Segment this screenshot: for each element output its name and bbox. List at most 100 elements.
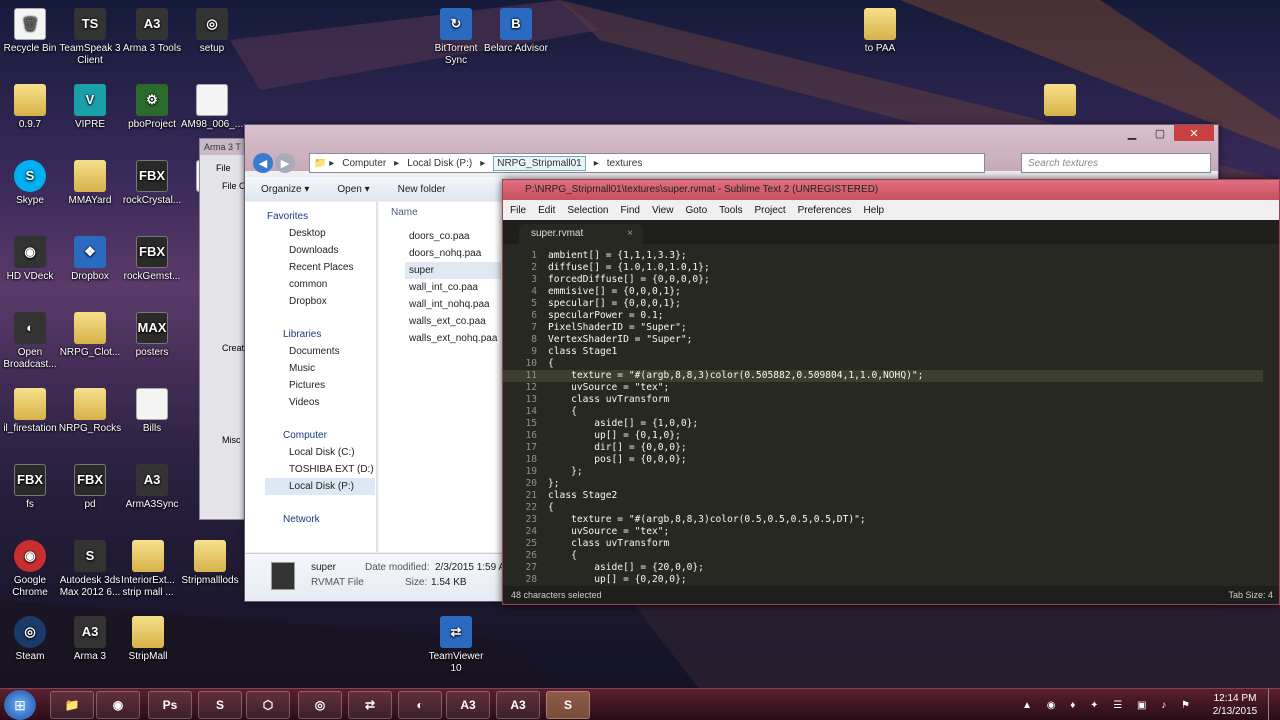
- menu-selection[interactable]: Selection: [567, 205, 608, 216]
- nav-videos[interactable]: Videos: [289, 394, 319, 411]
- desktop-icon[interactable]: ⇄ TeamViewer 10: [424, 616, 488, 675]
- desktop-icon[interactable]: ◉ Google Chrome: [0, 540, 62, 599]
- desktop-icon[interactable]: FBX rockGemst...: [120, 236, 184, 283]
- desktop-icon[interactable]: StripMall: [116, 616, 180, 663]
- desktop-icon[interactable]: FBX rockCrystal...: [120, 160, 184, 207]
- desktop-icon[interactable]: V VIPRE: [58, 84, 122, 131]
- column-name[interactable]: Name: [391, 204, 418, 221]
- desktop-icon[interactable]: MAX posters: [120, 312, 184, 359]
- new-folder-button[interactable]: New folder: [398, 184, 446, 195]
- favorites-header[interactable]: Favorites: [267, 208, 308, 225]
- menu-view[interactable]: View: [652, 205, 674, 216]
- taskbar-app-button[interactable]: ◎: [298, 691, 342, 719]
- desktop-icon[interactable]: B Belarc Advisor: [484, 8, 548, 55]
- desktop-icon[interactable]: MMAYard: [58, 160, 122, 207]
- desktop-icon[interactable]: ◉ HD VDeck: [0, 236, 62, 283]
- desktop-icon[interactable]: NRPG_Rocks: [58, 388, 122, 435]
- taskbar-app-button[interactable]: A3: [496, 691, 540, 719]
- desktop-icon[interactable]: A3 ArmA3Sync: [120, 464, 184, 511]
- taskbar-app-button[interactable]: Ps: [148, 691, 192, 719]
- desktop-icon[interactable]: S Autodesk 3ds Max 2012 6...: [58, 540, 122, 599]
- menu-help[interactable]: Help: [864, 205, 885, 216]
- desktop-icon[interactable]: NRPG_Clot...: [58, 312, 122, 359]
- breadcrumb-textures[interactable]: textures: [607, 158, 643, 169]
- desktop-icon[interactable]: S Skype: [0, 160, 62, 207]
- desktop-icon[interactable]: InteriorExt... strip mall ...: [116, 540, 180, 599]
- file-item[interactable]: doors_co.paa: [409, 228, 470, 245]
- taskbar-app-button[interactable]: S: [198, 691, 242, 719]
- taskbar-app-button[interactable]: ⇄: [348, 691, 392, 719]
- desktop-icon[interactable]: FBX fs: [0, 464, 62, 511]
- nav-drive-p[interactable]: Local Disk (P:): [265, 478, 375, 495]
- nav-desktop[interactable]: Desktop: [289, 225, 326, 242]
- desktop-icon[interactable]: to PAA: [848, 8, 912, 55]
- file-item[interactable]: super: [405, 262, 501, 279]
- breadcrumb-stripmall[interactable]: NRPG_Stripmall01: [493, 155, 586, 171]
- minimize-button[interactable]: ▁: [1118, 125, 1146, 141]
- desktop-icon[interactable]: A3 Arma 3 Tools: [120, 8, 184, 55]
- file-item[interactable]: wall_int_co.paa: [409, 279, 478, 296]
- desktop-icon[interactable]: Stripmalllods: [178, 540, 242, 587]
- desktop-icon[interactable]: il_firestation: [0, 388, 62, 435]
- nav-documents[interactable]: Documents: [289, 343, 340, 360]
- file-item[interactable]: walls_ext_nohq.paa: [409, 330, 497, 347]
- desktop-icon[interactable]: ↻ BitTorrent Sync: [424, 8, 488, 67]
- tab-super-rvmat[interactable]: super.rvmat ×: [519, 224, 643, 244]
- taskbar-app-button[interactable]: 📁: [50, 691, 94, 719]
- nav-common[interactable]: common: [289, 276, 327, 293]
- address-bar[interactable]: 📁 ▸ Computer ▸ Local Disk (P:) ▸ NRPG_Stri…: [309, 153, 985, 173]
- code-editor[interactable]: 1 ambient[] = {1,1,1,3.3}; 2 diffuse[] = {1…: [503, 248, 1279, 588]
- menu-find[interactable]: Find: [621, 205, 640, 216]
- open-button[interactable]: Open ▾: [337, 184, 369, 195]
- maximize-button[interactable]: ▢: [1146, 125, 1174, 141]
- desktop-icon[interactable]: A3 Arma 3: [58, 616, 122, 663]
- taskbar-app-button[interactable]: A3: [446, 691, 490, 719]
- nav-dropbox[interactable]: Dropbox: [289, 293, 327, 310]
- taskbar-app-button[interactable]: ◐: [398, 691, 442, 719]
- taskbar-app-button[interactable]: S: [546, 691, 590, 719]
- taskbar-app-button[interactable]: ⬡: [246, 691, 290, 719]
- desktop-icon[interactable]: ◎ Steam: [0, 616, 62, 663]
- forward-button[interactable]: ▶: [275, 153, 295, 173]
- file-item[interactable]: walls_ext_co.paa: [409, 313, 486, 330]
- desktop-icon[interactable]: AM98_006_...: [180, 84, 244, 131]
- breadcrumb-local-disk[interactable]: Local Disk (P:): [407, 158, 472, 169]
- file-item[interactable]: doors_nohq.paa: [409, 245, 481, 262]
- menu-goto[interactable]: Goto: [685, 205, 707, 216]
- libraries-header[interactable]: Libraries: [283, 326, 321, 343]
- start-button[interactable]: ⊞: [4, 690, 36, 720]
- desktop-icon[interactable]: ❖ Dropbox: [58, 236, 122, 283]
- computer-header[interactable]: Computer: [283, 427, 327, 444]
- menu-tools[interactable]: Tools: [719, 205, 742, 216]
- back-button[interactable]: ◀: [253, 153, 273, 173]
- nav-drive-d[interactable]: TOSHIBA EXT (D:): [289, 461, 374, 478]
- menu-file[interactable]: File: [216, 163, 231, 173]
- nav-drive-c[interactable]: Local Disk (C:): [289, 444, 355, 461]
- nav-music[interactable]: Music: [289, 360, 315, 377]
- desktop-icon[interactable]: ◎ setup: [180, 8, 244, 55]
- desktop-icon[interactable]: [1028, 84, 1092, 119]
- menu-file[interactable]: File: [510, 205, 526, 216]
- close-button[interactable]: ✕: [1174, 125, 1214, 141]
- desktop-icon[interactable]: 🗑 Recycle Bin: [0, 8, 62, 55]
- desktop-icon[interactable]: Bills: [120, 388, 184, 435]
- desktop-icon[interactable]: ⚙ pboProject: [120, 84, 184, 131]
- breadcrumb-computer[interactable]: Computer: [342, 158, 386, 169]
- show-desktop-button[interactable]: [1268, 689, 1280, 720]
- organize-button[interactable]: Organize ▾: [261, 184, 309, 195]
- menu-project[interactable]: Project: [755, 205, 786, 216]
- network-header[interactable]: Network: [283, 511, 320, 528]
- desktop-icon[interactable]: FBX pd: [58, 464, 122, 511]
- file-item[interactable]: wall_int_nohq.paa: [409, 296, 490, 313]
- status-tab-size[interactable]: Tab Size: 4: [1228, 586, 1273, 604]
- menu-edit[interactable]: Edit: [538, 205, 555, 216]
- desktop-icon[interactable]: TS TeamSpeak 3 Client: [58, 8, 122, 67]
- clock[interactable]: 12:14 PM 2/13/2015: [1206, 692, 1264, 718]
- nav-downloads[interactable]: Downloads: [289, 242, 338, 259]
- desktop-icon[interactable]: 0.9.7: [0, 84, 62, 131]
- desktop-icon[interactable]: ◐ Open Broadcast...: [0, 312, 62, 371]
- arma3-tools-window[interactable]: Arma 3 T File File O Creati Misc: [199, 138, 249, 520]
- search-input[interactable]: Search textures: [1021, 153, 1211, 173]
- nav-pictures[interactable]: Pictures: [289, 377, 325, 394]
- tray-icons[interactable]: ▲ ◉ ♦ ✦ ☰ ▣ ♪ ⚑: [1022, 700, 1196, 711]
